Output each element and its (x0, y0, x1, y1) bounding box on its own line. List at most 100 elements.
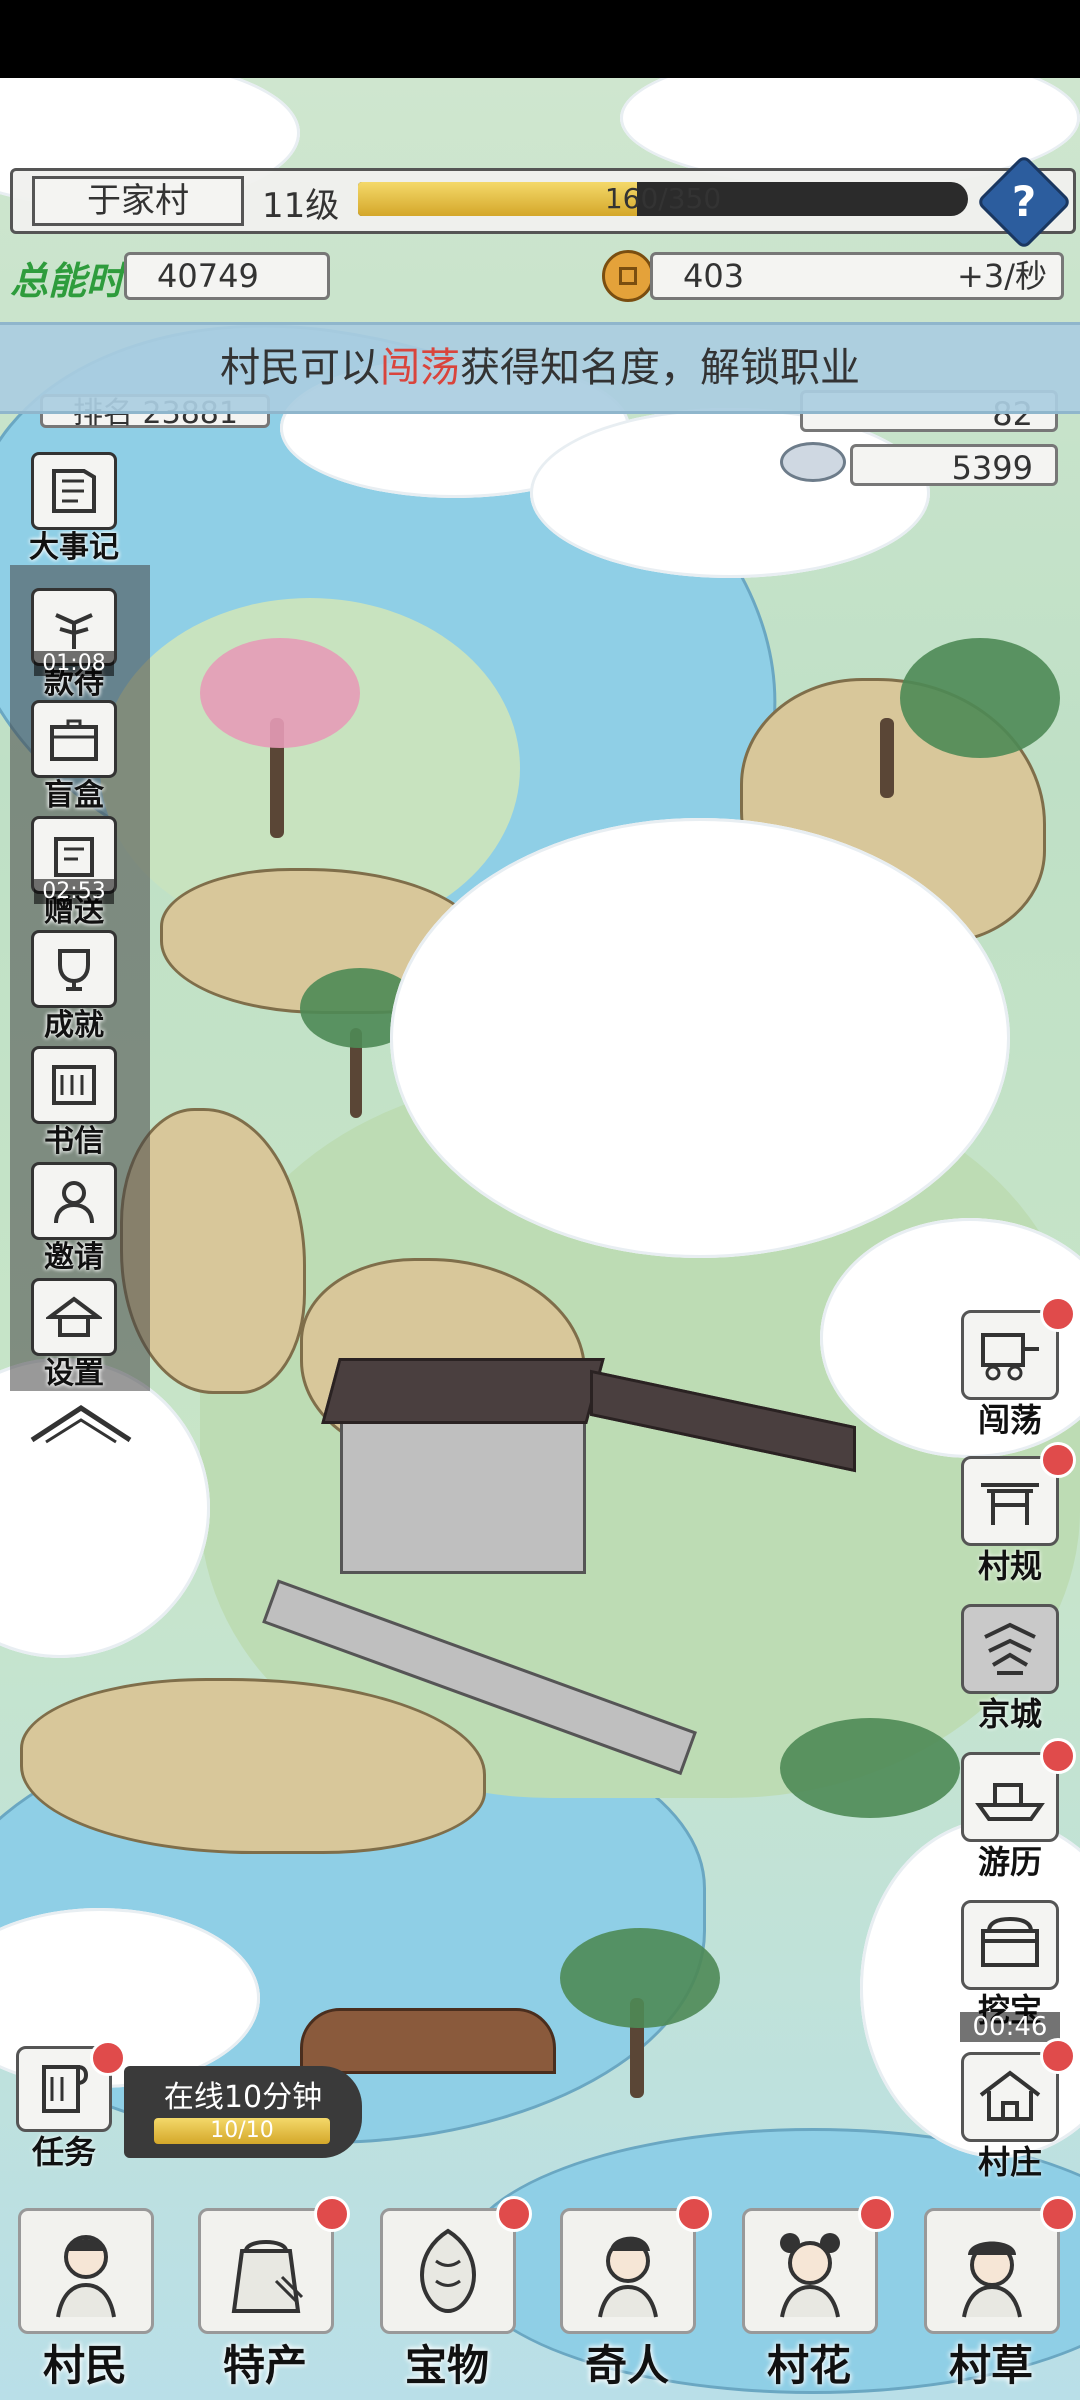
bottom-tab-village-girl[interactable]: 村花 (734, 2196, 894, 2394)
bottom-tab-label: 奇人 (584, 2341, 669, 2390)
right-button-adventure[interactable]: 闯荡 (960, 1296, 1076, 1440)
bottom-tab-label: 村花 (766, 2341, 851, 2390)
notification-dot (858, 2196, 894, 2232)
tree (880, 718, 894, 798)
treasure-icon (380, 2208, 516, 2334)
village-level: 11级 (262, 186, 340, 226)
collapse-menu-button[interactable] (26, 1400, 136, 1450)
menu-item-blind-box[interactable]: 盲盒 (28, 700, 120, 814)
help-icon: ? (1011, 177, 1037, 226)
notification-dot (1040, 1442, 1076, 1478)
menu-timer: 01:08 (34, 651, 114, 676)
online-progress-text: 10/10 (210, 2118, 274, 2143)
person-icon (31, 1162, 117, 1240)
bottom-tab-label: 村民 (42, 2341, 127, 2390)
right-button-label: 游历 (977, 1843, 1042, 1881)
notification-dot (1040, 2196, 1076, 2232)
village-name[interactable]: 于家村 (32, 176, 244, 226)
right-button-travel[interactable]: 游历 (960, 1738, 1076, 1882)
total-wealth-logo: 总能时 (10, 259, 125, 303)
house (321, 1358, 605, 1424)
notification-dot (676, 2196, 712, 2232)
hint-banner: 村民可以闯荡获得知名度，解锁职业 (0, 322, 1080, 414)
task-button[interactable]: 任务 (12, 2040, 126, 2172)
letter-icon (31, 1046, 117, 1124)
hint-text: 村民可以闯荡获得知名度，解锁职业 (0, 325, 1080, 411)
menu-label: 盲盒 (44, 778, 104, 813)
menu-item-achievement[interactable]: 成就 (28, 930, 120, 1044)
right-button-label: 闯荡 (977, 1401, 1042, 1439)
menu-label: 邀请 (44, 1240, 104, 1275)
silver-box: 5399 (850, 444, 1058, 487)
menu-timer: 02:53 (34, 879, 114, 904)
menu-item-events[interactable]: 大事记 (28, 452, 120, 566)
house (340, 1408, 586, 1574)
chest-icon (31, 700, 117, 778)
bottom-tab-label: 特产 (222, 2341, 307, 2390)
notification-dot (314, 2196, 350, 2232)
status-bar (0, 0, 1080, 78)
villager-icon (18, 2208, 154, 2334)
menu-label: 成就 (44, 1008, 104, 1043)
treasure-chest-icon (961, 1900, 1059, 1990)
notification-dot (90, 2040, 126, 2076)
coin-value: 403 (683, 257, 745, 295)
total-wealth-value: 40749 (157, 257, 259, 295)
online-reward-text: 在线10分钟 (163, 2080, 323, 2115)
bottom-tab-label: 村草 (948, 2341, 1033, 2390)
menu-item-settings[interactable]: 设置 (28, 1278, 120, 1392)
village-girl-icon (742, 2208, 878, 2334)
notification-dot (1040, 2038, 1076, 2074)
copper-coin-icon (602, 250, 654, 302)
bottom-tab-villagers[interactable]: 村民 (10, 2202, 160, 2394)
dig-timer: 00:46 (960, 2012, 1060, 2042)
pagoda-icon (961, 1604, 1059, 1694)
right-button-village[interactable]: 村庄 (960, 2038, 1076, 2182)
right-button-label: 京城 (977, 1695, 1042, 1733)
cloud (390, 818, 1010, 1258)
online-reward-panel[interactable]: 在线10分钟 10/10 (124, 2066, 362, 2158)
hint-highlight: 闯荡 (380, 345, 460, 391)
xp-bar: 160/350 (358, 182, 968, 216)
right-button-rules[interactable]: 村规 (960, 1442, 1076, 1586)
menu-item-gift[interactable]: 02:53 赠送 (28, 816, 120, 930)
menu-label: 书信 (44, 1124, 104, 1159)
bridge (300, 2008, 556, 2074)
bottom-tab-label: 宝物 (404, 2341, 489, 2390)
bottom-tab-strangers[interactable]: 奇人 (552, 2196, 712, 2394)
right-button-dig-treasure[interactable]: 挖宝 00:46 (960, 1900, 1060, 2042)
menu-label: 设置 (44, 1356, 104, 1391)
menu-item-invite[interactable]: 邀请 (28, 1162, 120, 1276)
right-button-label: 村庄 (977, 2143, 1042, 2181)
menu-item-letters[interactable]: 书信 (28, 1046, 120, 1160)
tree-icon: 01:08 (31, 588, 117, 676)
bottom-tab-village-boy[interactable]: 村草 (916, 2196, 1076, 2394)
village-boy-icon (924, 2208, 1060, 2334)
right-button-capital[interactable]: 京城 (960, 1604, 1060, 1734)
online-progress-bar: 10/10 (154, 2118, 330, 2144)
notification-dot (1040, 1738, 1076, 1774)
menu-item-hospitality[interactable]: 01:08 款待 (28, 588, 120, 702)
coin-box: 403 +3/秒 (650, 252, 1064, 300)
silver-value: 5399 (951, 449, 1033, 487)
menu-label: 大事记 (29, 530, 119, 565)
bottom-tab-specialties[interactable]: 特产 (190, 2196, 350, 2394)
silver-ingot-icon (780, 442, 846, 482)
right-button-label: 村规 (977, 1547, 1042, 1585)
bottom-tab-treasures[interactable]: 宝物 (372, 2196, 532, 2394)
notification-dot (496, 2196, 532, 2232)
hint-prefix: 村民可以 (220, 345, 380, 391)
task-label: 任务 (31, 2133, 96, 2171)
book-icon (31, 452, 117, 530)
produce-sack-icon (198, 2208, 334, 2334)
coin-rate: +3/秒 (957, 257, 1047, 295)
notification-dot (1040, 1296, 1076, 1332)
stranger-icon (560, 2208, 696, 2334)
chevron-up-icon (30, 1405, 132, 1444)
tree (780, 1718, 960, 1818)
hat-icon (31, 1278, 117, 1356)
xp-text: 160/350 (604, 182, 722, 215)
tree (560, 1928, 720, 2028)
cloud (530, 408, 930, 578)
total-wealth-box: 40749 (124, 252, 330, 300)
